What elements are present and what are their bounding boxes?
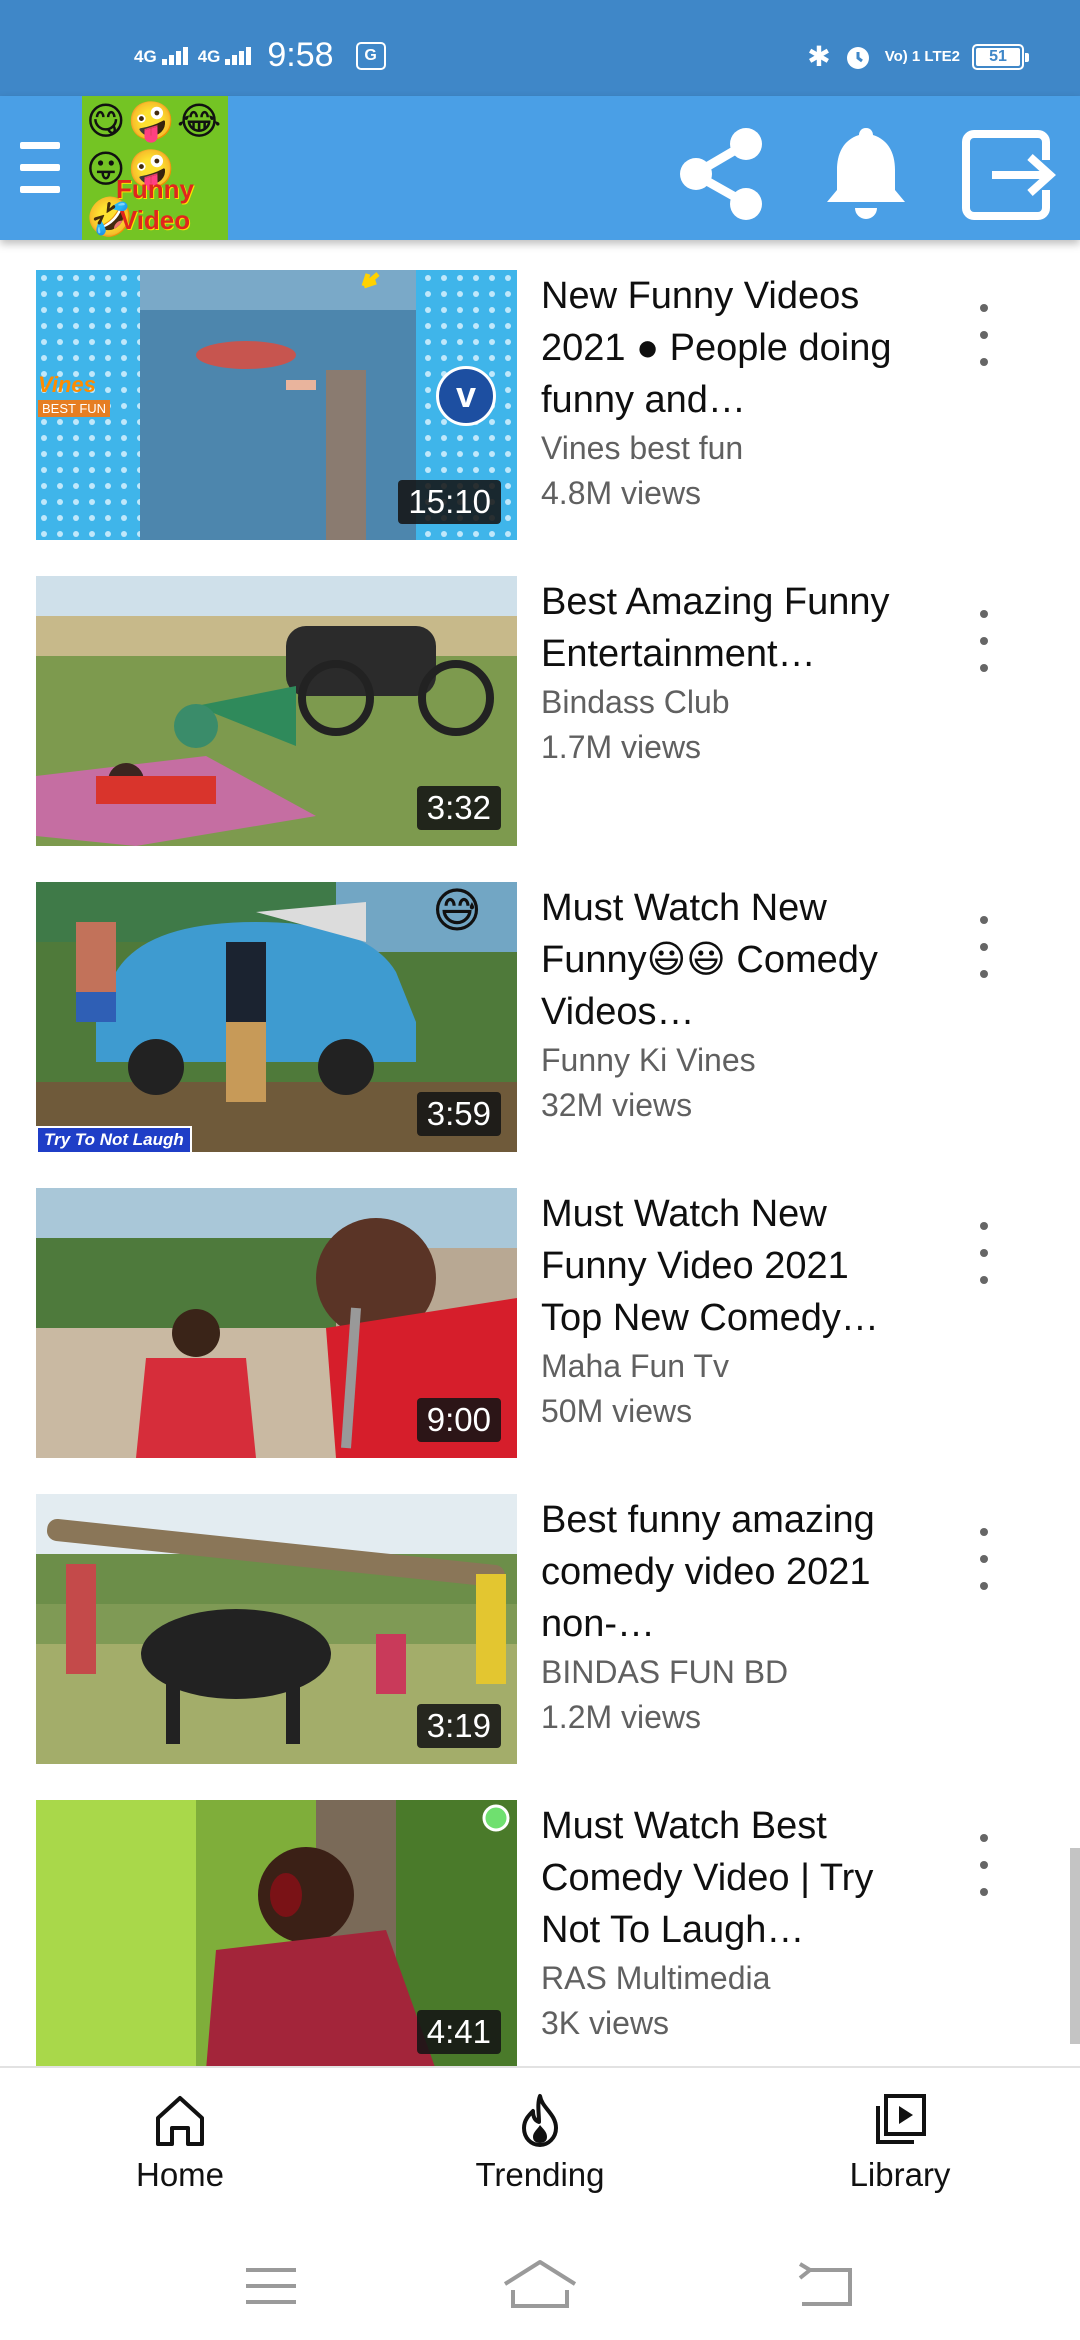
exit-icon[interactable] xyxy=(956,120,1066,230)
network-type: 4G xyxy=(134,46,157,66)
translate-icon: G xyxy=(355,41,386,70)
video-duration: 3:19 xyxy=(416,1704,501,1748)
video-thumbnail[interactable]: 9:00 xyxy=(36,1188,517,1458)
video-channel[interactable]: RAS Multimedia xyxy=(541,1956,911,2001)
video-thumbnail[interactable]: 3:32 xyxy=(36,576,517,846)
video-meta[interactable]: Best funny amazing comedy video 2021 non… xyxy=(541,1494,911,1740)
video-channel[interactable]: Bindass Club xyxy=(541,680,911,725)
network-type: 4G xyxy=(197,46,221,66)
video-thumbnail[interactable]: 😅 Try To Not Laugh 3:59 xyxy=(36,882,517,1152)
thumbnail-emoji: 😅 xyxy=(432,885,483,938)
app-bar: 😋🤪😂😛🤪🤣 Funny Video xyxy=(0,96,1080,240)
video-meta[interactable]: Best Amazing Funny Entertainment… Bindas… xyxy=(541,576,911,770)
video-channel[interactable]: BINDAS FUN BD xyxy=(541,1650,911,1695)
video-item[interactable]: 4:41 Must Watch Best Comedy Video | Try … xyxy=(0,1800,1080,2066)
video-meta[interactable]: New Funny Videos 2021 ● People doing fun… xyxy=(541,270,911,516)
nav-home-label: Home xyxy=(135,2156,225,2193)
more-options-icon[interactable] xyxy=(962,300,1006,370)
nav-library[interactable]: Library xyxy=(800,2092,1000,2194)
video-views: 1.2M views xyxy=(541,1699,702,1735)
video-meta[interactable]: Must Watch New Funny Video 2021 Top New … xyxy=(541,1188,911,1434)
video-duration: 9:00 xyxy=(416,1398,501,1442)
volte-indicator: Vo) 1 LTE2 xyxy=(884,48,960,65)
nav-trending[interactable]: Trending xyxy=(440,2092,640,2194)
nav-trending-label: Trending xyxy=(475,2156,605,2193)
video-views: 1.7M views xyxy=(541,729,702,765)
video-duration: 15:10 xyxy=(398,480,501,524)
app-logo: 😋🤪😂😛🤪🤣 Funny Video xyxy=(82,96,228,240)
video-views: 50M views xyxy=(541,1393,693,1429)
video-title[interactable]: Must Watch New Funny Video 2021 Top New … xyxy=(541,1188,911,1344)
video-title[interactable]: Best funny amazing comedy video 2021 non… xyxy=(541,1494,911,1650)
battery-level: 51 xyxy=(976,47,1020,66)
thumbnail-caption: Try To Not Laugh xyxy=(36,1126,192,1152)
bluetooth-icon: ✱ xyxy=(807,41,831,72)
clock: 9:58 xyxy=(267,36,334,74)
back-icon[interactable] xyxy=(780,2250,870,2320)
alarm-icon xyxy=(846,46,869,69)
video-title[interactable]: Best Amazing Funny Entertainment… xyxy=(541,576,911,680)
video-channel[interactable]: Vines best fun xyxy=(541,426,911,471)
hamburger-menu-icon[interactable] xyxy=(20,142,64,194)
scrollbar-thumb[interactable] xyxy=(1070,1848,1080,2044)
video-views: 4.8M views xyxy=(541,475,702,511)
more-options-icon[interactable] xyxy=(962,1524,1006,1594)
video-duration: 3:32 xyxy=(416,786,501,830)
more-options-icon[interactable] xyxy=(962,912,1006,982)
video-title[interactable]: Must Watch Best Comedy Video | Try Not T… xyxy=(541,1800,911,1956)
video-meta[interactable]: Must Watch New Funny😃😃 Comedy Videos… Fu… xyxy=(541,882,911,1128)
video-title[interactable]: New Funny Videos 2021 ● People doing fun… xyxy=(541,270,911,426)
video-item[interactable]: 9:00 Must Watch New Funny Video 2021 Top… xyxy=(0,1188,1080,1494)
more-options-icon[interactable] xyxy=(962,606,1006,676)
video-item[interactable]: 3:19 Best funny amazing comedy video 202… xyxy=(0,1494,1080,1800)
video-channel[interactable]: Maha Fun Tv xyxy=(541,1344,911,1389)
video-views: 3K views xyxy=(541,2005,670,2041)
library-icon xyxy=(876,2094,926,2144)
status-left: 4G 4G 9:58 G xyxy=(134,36,386,75)
video-duration: 3:59 xyxy=(416,1092,501,1136)
nav-library-label: Library xyxy=(849,2156,951,2193)
video-thumbnail[interactable]: 3:19 xyxy=(36,1494,517,1764)
video-item[interactable]: 😅 Try To Not Laugh 3:59 Must Watch New F… xyxy=(0,882,1080,1188)
video-item[interactable]: 3:32 Best Amazing Funny Entertainment… B… xyxy=(0,576,1080,882)
bell-icon[interactable] xyxy=(811,120,921,230)
bottom-navigation: Home Trending Library xyxy=(0,2066,1080,2226)
signal-icon: 4G xyxy=(197,46,252,66)
video-meta[interactable]: Must Watch Best Comedy Video | Try Not T… xyxy=(541,1800,911,2046)
home-icon xyxy=(156,2096,204,2146)
status-right: ✱ Vo) 1 LTE2 51 xyxy=(807,40,1029,73)
video-item[interactable]: Vines BEST FUN v 15:10 New Funny Videos … xyxy=(0,270,1080,576)
video-channel[interactable]: Funny Ki Vines xyxy=(541,1038,911,1083)
share-icon[interactable] xyxy=(668,120,778,230)
status-bar: 4G 4G 9:58 G ✱ Vo) 1 LTE2 51 xyxy=(0,0,1080,96)
video-thumbnail[interactable]: Vines BEST FUN v 15:10 xyxy=(36,270,517,540)
thumbnail-logo-subtext: BEST FUN xyxy=(38,400,111,417)
video-views: 32M views xyxy=(541,1087,693,1123)
system-navigation xyxy=(0,2226,1080,2340)
battery-icon: 51 xyxy=(972,43,1029,70)
video-feed[interactable]: Vines BEST FUN v 15:10 New Funny Videos … xyxy=(0,240,1080,2066)
system-home-icon[interactable] xyxy=(495,2250,585,2320)
more-options-icon[interactable] xyxy=(962,1830,1006,1900)
video-duration: 4:41 xyxy=(416,2010,501,2054)
signal-icon: 4G xyxy=(134,46,188,66)
logo-text: Funny Video xyxy=(116,174,194,235)
video-title[interactable]: Must Watch New Funny😃😃 Comedy Videos… xyxy=(541,882,911,1038)
channel-badge: v xyxy=(436,366,496,426)
video-thumbnail[interactable]: 4:41 xyxy=(36,1800,517,2066)
thumbnail-logo-text: Vines xyxy=(38,372,96,397)
nav-home[interactable]: Home xyxy=(80,2092,280,2194)
recents-icon[interactable] xyxy=(226,2250,316,2320)
fire-icon xyxy=(522,2094,558,2147)
more-options-icon[interactable] xyxy=(962,1218,1006,1288)
